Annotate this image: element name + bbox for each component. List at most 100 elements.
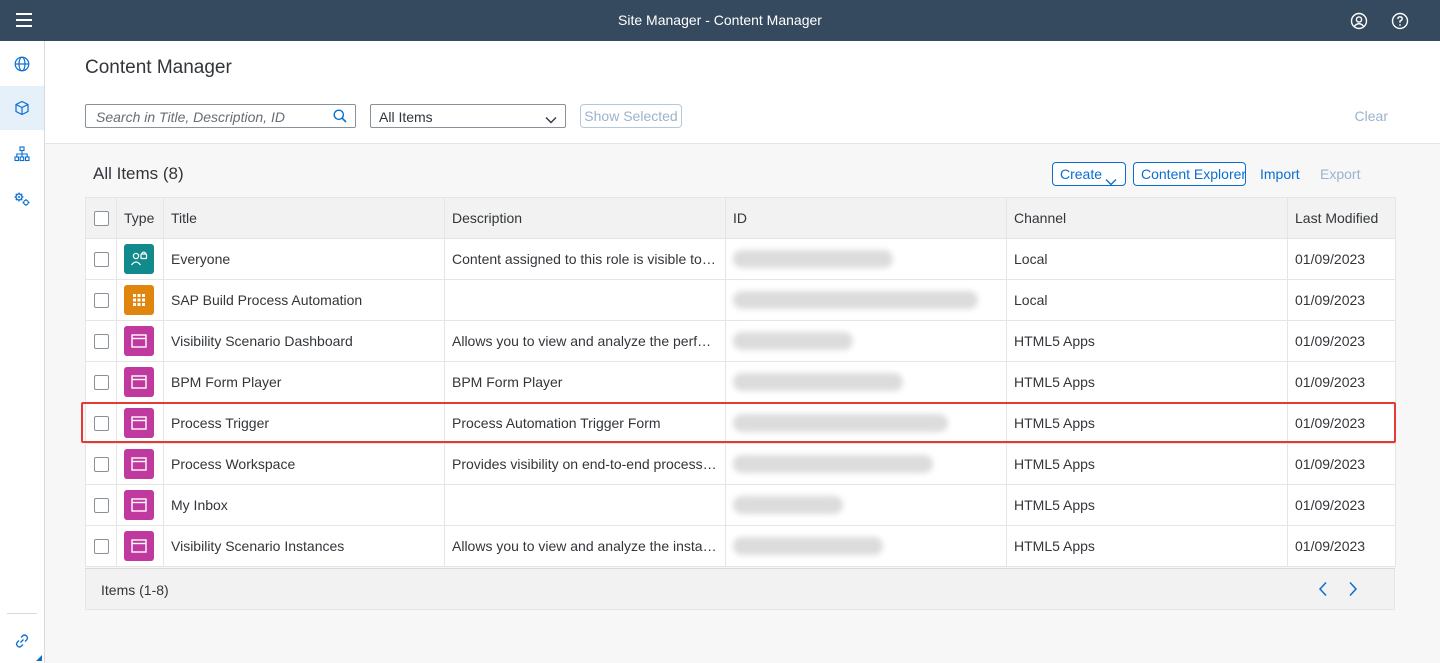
redacted-id <box>733 414 948 433</box>
table-row[interactable]: Visibility Scenario Dashboard Allows you … <box>85 320 1396 362</box>
row-checkbox[interactable] <box>93 498 109 514</box>
title-cell[interactable]: Visibility Scenario Instances <box>163 525 445 567</box>
page-header: Content Manager Search in Title, Descrip… <box>45 41 1440 144</box>
row-select-cell <box>85 320 117 362</box>
channel-cell: HTML5 Apps <box>1006 525 1288 567</box>
row-select-cell <box>85 402 117 444</box>
id-cell <box>725 279 1007 321</box>
title-cell[interactable]: Visibility Scenario Dashboard <box>163 320 445 362</box>
side-navigation <box>0 41 45 663</box>
table-row[interactable]: Process Trigger Process Automation Trigge… <box>85 402 1396 444</box>
table-footer: Items (1-8) <box>85 568 1395 610</box>
channel-cell: Local <box>1006 279 1288 321</box>
table-row[interactable]: Everyone Content assigned to this role is… <box>85 238 1396 280</box>
previous-page-icon[interactable] <box>1318 581 1328 602</box>
search-icon[interactable] <box>333 109 347 128</box>
id-cell <box>725 361 1007 403</box>
last-modified-cell: 01/09/2023 <box>1287 320 1396 362</box>
column-header-description[interactable]: Description <box>444 197 726 239</box>
redacted-id <box>733 537 883 556</box>
id-cell <box>725 525 1007 567</box>
table-toolbar: All Items (8) Create Content Explorer Im… <box>85 144 1395 197</box>
type-cell <box>116 238 164 280</box>
type-cell <box>116 443 164 485</box>
title-cell[interactable]: Everyone <box>163 238 445 280</box>
last-modified-cell: 01/09/2023 <box>1287 525 1396 567</box>
title-cell[interactable]: My Inbox <box>163 484 445 526</box>
content-explorer-button[interactable]: Content Explorer <box>1133 162 1246 186</box>
title-cell[interactable]: SAP Build Process Automation <box>163 279 445 321</box>
channel-cell: HTML5 Apps <box>1006 402 1288 444</box>
chevron-down-icon <box>1105 170 1117 192</box>
export-button[interactable]: Export <box>1320 166 1360 182</box>
description-cell: BPM Form Player <box>444 361 726 403</box>
type-cell <box>116 484 164 526</box>
row-select-cell <box>85 361 117 403</box>
column-header-channel[interactable]: Channel <box>1006 197 1288 239</box>
row-checkbox[interactable] <box>93 293 109 309</box>
items-filter-select[interactable]: All Items <box>370 104 566 128</box>
column-header-id[interactable]: ID <box>725 197 1007 239</box>
redacted-id <box>733 332 853 351</box>
description-cell: Content assigned to this role is visible… <box>444 238 726 280</box>
select-all-cell <box>85 197 117 239</box>
title-cell[interactable]: Process Trigger <box>163 402 445 444</box>
id-cell <box>725 484 1007 526</box>
app-window-icon <box>124 531 154 561</box>
last-modified-cell: 01/09/2023 <box>1287 238 1396 280</box>
description-cell: Process Automation Trigger Form <box>444 402 726 444</box>
collapse-corner-icon[interactable] <box>36 655 42 661</box>
description-cell <box>444 484 726 526</box>
table-row[interactable]: BPM Form Player BPM Form Player HTML5 Apps… <box>85 361 1396 403</box>
description-cell: Allows you to view and analyze the insta… <box>444 525 726 567</box>
type-cell <box>116 402 164 444</box>
clear-button[interactable]: Clear <box>1355 108 1388 124</box>
app-window-icon <box>124 367 154 397</box>
row-select-cell <box>85 279 117 321</box>
channel-cell: HTML5 Apps <box>1006 443 1288 485</box>
row-checkbox[interactable] <box>93 416 109 432</box>
search-input[interactable]: Search in Title, Description, ID <box>85 104 356 128</box>
table-row[interactable]: Process Workspace Provides visibility on … <box>85 443 1396 485</box>
description-cell: Provides visibility on end-to-end proces… <box>444 443 726 485</box>
title-cell[interactable]: BPM Form Player <box>163 361 445 403</box>
row-checkbox[interactable] <box>93 252 109 268</box>
redacted-id <box>733 455 933 474</box>
row-checkbox[interactable] <box>93 334 109 350</box>
redacted-id <box>733 250 893 269</box>
redacted-id <box>733 496 843 515</box>
help-icon[interactable] <box>1388 9 1412 33</box>
row-checkbox[interactable] <box>93 375 109 391</box>
globe-icon[interactable] <box>0 42 44 86</box>
table-row[interactable]: Visibility Scenario Instances Allows you … <box>85 525 1396 567</box>
column-header-title[interactable]: Title <box>163 197 445 239</box>
row-select-cell <box>85 443 117 485</box>
select-all-checkbox[interactable] <box>93 211 109 227</box>
import-button[interactable]: Import <box>1260 166 1300 182</box>
table-row[interactable]: My Inbox HTML5 Apps 01/09/2023 <box>85 484 1396 526</box>
redacted-id <box>733 373 903 392</box>
row-checkbox[interactable] <box>93 539 109 555</box>
description-cell <box>444 279 726 321</box>
hierarchy-icon[interactable] <box>0 132 44 176</box>
row-checkbox[interactable] <box>93 457 109 473</box>
show-selected-button[interactable]: Show Selected <box>580 104 682 128</box>
description-cell: Allows you to view and analyze the perfo… <box>444 320 726 362</box>
shell-bar: Site Manager - Content Manager <box>0 0 1440 41</box>
table-row[interactable]: SAP Build Process Automation Local 01/09/2… <box>85 279 1396 321</box>
create-button[interactable]: Create <box>1052 162 1126 186</box>
last-modified-cell: 01/09/2023 <box>1287 484 1396 526</box>
column-header-last-modified[interactable]: Last Modified <box>1287 197 1396 239</box>
channel-cell: Local <box>1006 238 1288 280</box>
content-package-icon[interactable] <box>0 86 44 130</box>
type-cell <box>116 320 164 362</box>
app-window-icon <box>124 490 154 520</box>
row-select-cell <box>85 525 117 567</box>
title-cell[interactable]: Process Workspace <box>163 443 445 485</box>
column-header-type[interactable]: Type <box>116 197 164 239</box>
type-cell <box>116 361 164 403</box>
settings-icon[interactable] <box>0 177 44 221</box>
user-profile-icon[interactable] <box>1347 9 1371 33</box>
redacted-id <box>733 291 978 310</box>
next-page-icon[interactable] <box>1348 581 1358 602</box>
